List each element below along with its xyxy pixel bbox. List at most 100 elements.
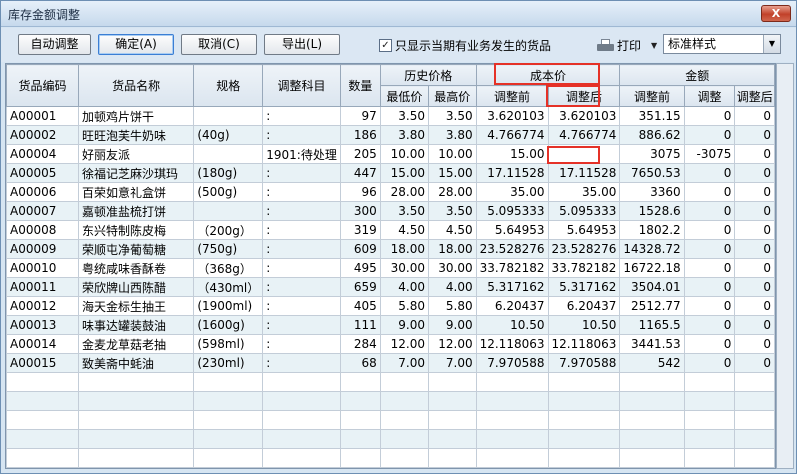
amount-adjust-cell[interactable]: 0 xyxy=(683,125,736,145)
account-cell[interactable]: : xyxy=(262,353,341,373)
max-price-cell[interactable]: 18.00 xyxy=(427,239,477,259)
max-price-cell[interactable]: 5.80 xyxy=(427,296,477,316)
max-price-cell[interactable]: 30.00 xyxy=(427,258,477,278)
print-style-select[interactable]: 标准样式 ▼ xyxy=(663,34,781,54)
max-price-cell[interactable]: 9.00 xyxy=(427,315,477,335)
qty-cell[interactable] xyxy=(339,372,381,392)
account-cell[interactable]: : xyxy=(262,277,341,297)
amount-after-cell[interactable]: 0 xyxy=(734,201,775,221)
code-cell[interactable]: A00011 xyxy=(6,277,79,297)
amount-before-cell[interactable]: 1165.5 xyxy=(619,315,685,335)
amount-after-cell[interactable]: 0 xyxy=(734,163,775,183)
spec-cell[interactable]: （200g） xyxy=(193,220,264,240)
cost-before-cell[interactable]: 4.766774 xyxy=(475,125,549,145)
amount-adjust-cell[interactable]: 0 xyxy=(683,277,736,297)
qty-cell[interactable] xyxy=(339,391,381,411)
min-price-cell[interactable]: 12.00 xyxy=(379,334,429,354)
table-row[interactable]: A00005 徐福记芝麻沙琪玛 (180g):447 15.00 15.00 17.115… xyxy=(6,163,775,183)
amount-before-cell[interactable] xyxy=(619,410,685,430)
qty-cell[interactable]: 96 xyxy=(339,182,381,202)
cost-before-cell[interactable]: 3.620103 xyxy=(475,106,549,126)
amount-before-cell[interactable] xyxy=(619,391,685,411)
account-cell[interactable]: : xyxy=(262,125,341,145)
qty-cell[interactable]: 447 xyxy=(339,163,381,183)
max-price-cell[interactable] xyxy=(427,372,477,392)
amount-after-cell[interactable] xyxy=(734,410,775,430)
account-cell[interactable]: : xyxy=(262,239,341,259)
spec-cell[interactable]: (230ml) xyxy=(193,353,264,373)
max-price-cell[interactable]: 15.00 xyxy=(427,163,477,183)
min-price-cell[interactable]: 4.50 xyxy=(379,220,429,240)
table-row[interactable]: A00004 好丽友派 1901:待处理 205 10.00 10.00 15.00 3075… xyxy=(6,144,775,164)
qty-cell[interactable]: 609 xyxy=(339,239,381,259)
code-cell[interactable]: A00015 xyxy=(6,353,79,373)
cost-after-cell[interactable]: 5.095333 xyxy=(547,201,621,221)
max-price-cell[interactable] xyxy=(427,410,477,430)
account-cell[interactable]: : xyxy=(262,106,341,126)
amount-before-cell[interactable]: 14328.72 xyxy=(619,239,685,259)
amount-before-cell[interactable]: 1802.2 xyxy=(619,220,685,240)
qty-cell[interactable]: 300 xyxy=(339,201,381,221)
qty-cell[interactable]: 319 xyxy=(339,220,381,240)
amount-before-cell[interactable] xyxy=(619,372,685,392)
cost-before-cell[interactable]: 5.64953 xyxy=(475,220,549,240)
name-cell[interactable]: 好丽友派 xyxy=(77,144,195,164)
amount-adjust-cell[interactable] xyxy=(683,429,736,449)
qty-cell[interactable] xyxy=(339,410,381,430)
spec-cell[interactable] xyxy=(193,144,264,164)
min-price-cell[interactable] xyxy=(379,391,429,411)
name-cell[interactable] xyxy=(77,391,195,411)
export-button[interactable]: 导出(L) xyxy=(264,34,340,55)
amount-adjust-cell[interactable]: 0 xyxy=(683,315,736,335)
name-cell[interactable]: 荣顺屯净葡萄糖 xyxy=(77,239,195,259)
amount-adjust-cell[interactable] xyxy=(683,448,736,468)
cost-after-cell[interactable]: 7.970588 xyxy=(547,353,621,373)
chevron-down-icon[interactable]: ▼ xyxy=(763,35,780,53)
cost-after-cell[interactable]: 5.317162 xyxy=(547,277,621,297)
amount-adjust-cell[interactable]: 0 xyxy=(683,201,736,221)
max-price-cell[interactable]: 10.00 xyxy=(427,144,477,164)
table-row[interactable]: A00014 金麦龙草菇老抽 (598ml):284 12.00 12.00 12.118… xyxy=(6,334,775,354)
name-cell[interactable]: 致美斋中蚝油 xyxy=(77,353,195,373)
spec-cell[interactable]: (40g) xyxy=(193,125,264,145)
amount-adjust-cell[interactable]: 0 xyxy=(683,353,736,373)
name-cell[interactable]: 东兴特制陈皮梅 xyxy=(77,220,195,240)
cost-after-cell[interactable]: 6.20437 xyxy=(547,296,621,316)
empty-row[interactable] xyxy=(6,429,775,449)
amount-after-cell[interactable] xyxy=(734,429,775,449)
amount-after-cell[interactable]: 0 xyxy=(734,220,775,240)
col-amount-before[interactable]: 调整前 xyxy=(619,85,685,107)
cost-before-cell[interactable]: 5.317162 xyxy=(475,277,549,297)
amount-after-cell[interactable]: 0 xyxy=(734,239,775,259)
name-cell[interactable]: 百荣如意礼盒饼 xyxy=(77,182,195,202)
spec-cell[interactable]: (500g) xyxy=(193,182,264,202)
amount-before-cell[interactable]: 886.62 xyxy=(619,125,685,145)
name-cell[interactable] xyxy=(77,429,195,449)
table-row[interactable]: A00011 荣欣牌山西陈醋 （430ml）:659 4.00 4.00 5.317162… xyxy=(6,277,775,297)
cost-before-cell[interactable]: 35.00 xyxy=(475,182,549,202)
max-price-cell[interactable]: 3.50 xyxy=(427,106,477,126)
code-cell[interactable]: A00012 xyxy=(6,296,79,316)
spec-cell[interactable]: (598ml) xyxy=(193,334,264,354)
amount-before-cell[interactable]: 7650.53 xyxy=(619,163,685,183)
empty-row[interactable] xyxy=(6,448,775,468)
auto-adjust-button[interactable]: 自动调整 xyxy=(18,34,91,55)
spec-cell[interactable]: (180g) xyxy=(193,163,264,183)
amount-after-cell[interactable]: 0 xyxy=(734,277,775,297)
table-row[interactable]: A00007 嘉顿准盐梳打饼:300 3.50 3.50 5.095333 5.09533… xyxy=(6,201,775,221)
cost-before-cell[interactable]: 10.50 xyxy=(475,315,549,335)
spec-cell[interactable]: (1600g) xyxy=(193,315,264,335)
max-price-cell[interactable] xyxy=(427,391,477,411)
empty-row[interactable] xyxy=(6,391,775,411)
qty-cell[interactable]: 68 xyxy=(339,353,381,373)
cost-after-cell[interactable] xyxy=(547,144,621,164)
cost-after-cell[interactable]: 35.00 xyxy=(547,182,621,202)
qty-cell[interactable]: 111 xyxy=(339,315,381,335)
min-price-cell[interactable]: 7.00 xyxy=(379,353,429,373)
max-price-cell[interactable]: 4.50 xyxy=(427,220,477,240)
min-price-cell[interactable] xyxy=(379,410,429,430)
cost-after-cell[interactable] xyxy=(547,391,621,411)
amount-adjust-cell[interactable]: 0 xyxy=(683,163,736,183)
amount-after-cell[interactable]: 0 xyxy=(734,353,775,373)
amount-before-cell[interactable]: 3360 xyxy=(619,182,685,202)
